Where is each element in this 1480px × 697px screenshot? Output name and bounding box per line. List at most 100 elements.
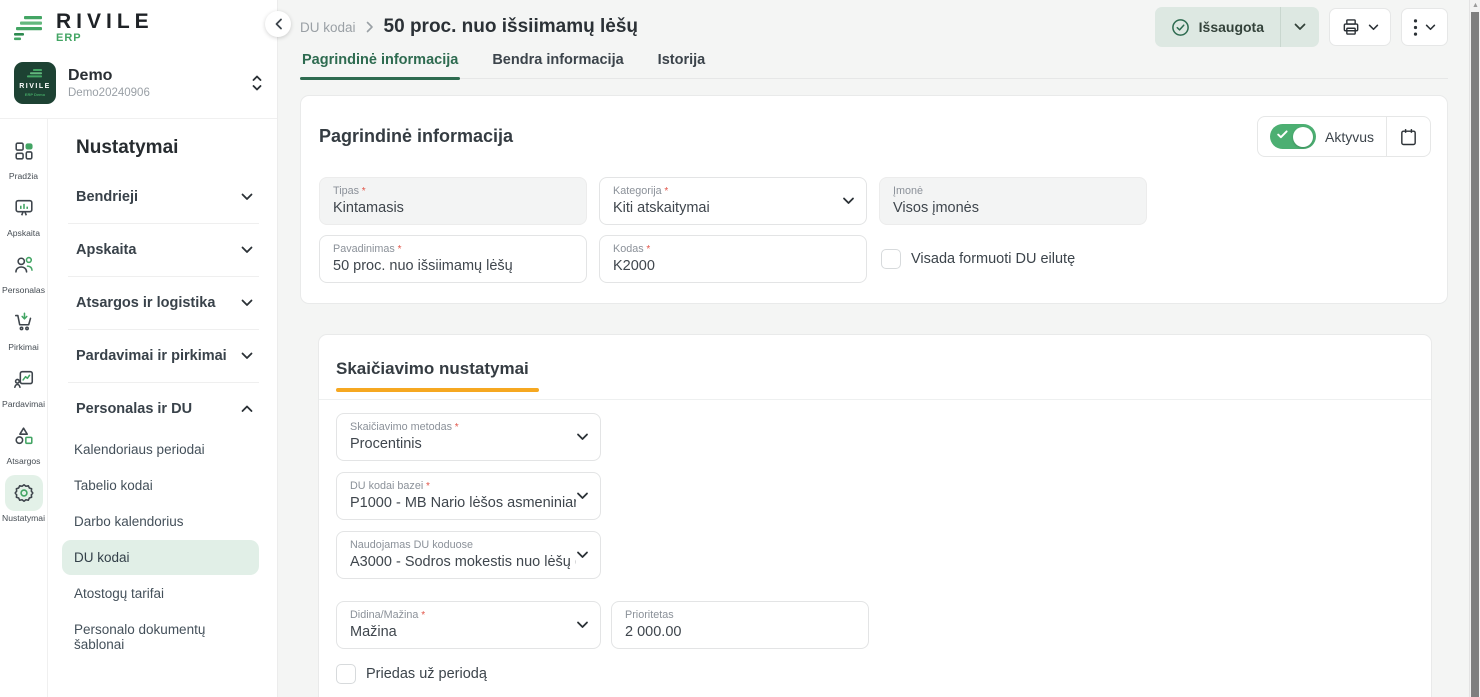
check-circle-icon — [1171, 18, 1190, 37]
field-didina-mazina-select[interactable]: Didina/Mažina Mažina — [336, 601, 601, 649]
chevron-down-icon — [576, 551, 589, 559]
chevron-down-icon — [576, 621, 589, 629]
rail-item-personalas[interactable]: Personalas — [1, 247, 47, 295]
presentation-chart-icon — [5, 190, 43, 226]
menu-group-pardavimai-ir-pirkimai[interactable]: Pardavimai ir pirkimai — [76, 334, 267, 378]
scrollbar-up-arrow-icon[interactable]: ▲ — [1472, 2, 1479, 9]
divider — [319, 399, 1431, 400]
home-dashboard-icon — [5, 133, 43, 169]
account-switch-icon[interactable] — [251, 74, 263, 92]
pagrindine-informacija-card: Pagrindinė informacija Aktyvus — [300, 95, 1448, 304]
skaiciavimo-nustatymai-card: Skaičiavimo nustatymai Skaičiavimo metod… — [318, 334, 1432, 697]
check-icon — [1277, 130, 1288, 139]
shopping-cart-icon — [5, 304, 43, 340]
rail-item-apskaita[interactable]: Apskaita — [1, 190, 47, 238]
orange-underline — [336, 388, 539, 392]
checkbox-unchecked[interactable] — [336, 664, 356, 684]
brand-logo[interactable]: RIVILE ERP — [0, 0, 277, 52]
breadcrumb: DU kodai 50 proc. nuo išsiimamų lėšų — [300, 16, 638, 38]
chevron-down-icon — [576, 433, 589, 441]
checkbox-unchecked[interactable] — [881, 249, 901, 269]
chevron-up-icon — [241, 405, 253, 413]
calendar-button[interactable] — [1387, 117, 1430, 156]
sidebar-item-darbo-kalendorius[interactable]: Darbo kalendorius — [62, 504, 259, 539]
vertical-scrollbar[interactable]: ▲ — [1469, 0, 1480, 697]
gear-icon — [5, 475, 43, 511]
chevron-down-icon — [1425, 24, 1436, 31]
menu-group-bendrieji[interactable]: Bendrieji — [76, 175, 267, 219]
tab-istorija[interactable]: Istorija — [656, 52, 708, 78]
breadcrumb-chevron-icon — [366, 21, 374, 33]
rivile-logo-icon — [12, 13, 46, 43]
print-button[interactable] — [1329, 8, 1391, 46]
sales-chart-icon — [5, 361, 43, 397]
section-title: Skaičiavimo nustatymai — [336, 359, 1413, 379]
menu-group-apskaita[interactable]: Apskaita — [76, 228, 267, 272]
tab-bendra-informacija[interactable]: Bendra informacija — [490, 52, 625, 78]
active-toggle[interactable]: Aktyvus — [1258, 124, 1386, 149]
saved-status-button[interactable]: Išsaugota — [1155, 7, 1319, 47]
menu-group-atsargos-ir-logistika[interactable]: Atsargos ir logistika — [76, 281, 267, 325]
priedas-uz-perioda-checkbox-row[interactable]: Priedas už periodą — [336, 664, 1413, 684]
field-prioritetas-input[interactable]: Prioritetas 2 000.00 — [611, 601, 869, 649]
sidebar-item-personalo-dokumentu-sablonai[interactable]: Personalo dokumentų šablonai — [62, 612, 259, 662]
sidebar: RIVILE ERP RIVILE ERP Demo Demo Demo2024… — [0, 0, 278, 697]
account-id: Demo20240906 — [68, 87, 239, 99]
card-title: Pagrindinė informacija — [319, 126, 513, 147]
field-kategorija-select[interactable]: Kategorija Kiti atskaitymai — [599, 177, 867, 225]
toggle-label: Aktyvus — [1325, 129, 1374, 145]
tab-pagrindine-informacija[interactable]: Pagrindinė informacija — [300, 52, 460, 78]
personalas-submenu: Kalendoriaus periodai Tabelio kodai Darb… — [76, 432, 267, 662]
kebab-menu-icon — [1413, 18, 1418, 37]
account-name: Demo — [68, 67, 239, 85]
chevron-down-icon — [241, 193, 253, 201]
field-pavadinimas-input[interactable]: Pavadinimas 50 proc. nuo išsiimamų lėšų — [319, 235, 587, 283]
active-toggle-group: Aktyvus — [1257, 116, 1431, 157]
save-dropdown-chevron[interactable] — [1281, 23, 1319, 31]
scrollbar-thumb[interactable] — [1471, 12, 1479, 697]
rail-item-pardavimai[interactable]: Pardavimai — [1, 361, 47, 409]
chevron-down-icon — [1368, 24, 1379, 31]
sidebar-item-du-kodai[interactable]: DU kodai — [62, 540, 259, 575]
shapes-icon — [5, 418, 43, 454]
sidebar-item-atostogu-tarifai[interactable]: Atostogų tarifai — [62, 576, 259, 611]
divider — [68, 276, 259, 277]
toggle-switch-on[interactable] — [1270, 124, 1316, 149]
chevron-down-icon — [842, 197, 855, 205]
more-actions-button[interactable] — [1401, 8, 1448, 46]
main-content: DU kodai 50 proc. nuo išsiimamų lėšų Išs… — [278, 0, 1480, 697]
visada-formuoti-checkbox-row[interactable]: Visada formuoti DU eilutę — [881, 249, 1075, 269]
field-skaiciavimo-metodas-select[interactable]: Skaičiavimo metodas Procentinis — [336, 413, 601, 461]
icon-rail: Pradžia Apskaita — [0, 119, 48, 697]
account-avatar: RIVILE ERP Demo — [14, 62, 56, 104]
divider — [68, 329, 259, 330]
printer-icon — [1341, 17, 1361, 37]
sidebar-item-tabelio-kodai[interactable]: Tabelio kodai — [62, 468, 259, 503]
people-icon — [5, 247, 43, 283]
rail-item-atsargos[interactable]: Atsargos — [1, 418, 47, 466]
brand-name: RIVILE ERP — [56, 12, 154, 44]
rail-item-pradzia[interactable]: Pradžia — [1, 133, 47, 181]
menu-group-personalas-ir-du[interactable]: Personalas ir DU — [76, 387, 267, 431]
chevron-down-icon — [241, 352, 253, 360]
sidebar-collapse-button[interactable] — [265, 11, 291, 37]
field-kodas-input[interactable]: Kodas K2000 — [599, 235, 867, 283]
page-title: 50 proc. nuo išsiimamų lėšų — [384, 16, 638, 38]
account-switcher[interactable]: RIVILE ERP Demo Demo Demo20240906 — [0, 52, 277, 119]
sidebar-item-kalendoriaus-periodai[interactable]: Kalendoriaus periodai — [62, 432, 259, 467]
field-tipas: Tipas Kintamasis — [319, 177, 587, 225]
rail-item-pirkimai[interactable]: Pirkimai — [1, 304, 47, 352]
breadcrumb-du-kodai[interactable]: DU kodai — [300, 20, 356, 35]
divider — [68, 382, 259, 383]
field-du-kodai-bazei-select[interactable]: DU kodai bazei P1000 - MB Nario lėšos as… — [336, 472, 601, 520]
detail-tabs: Pagrindinė informacija Bendra informacij… — [300, 52, 1448, 79]
divider — [68, 223, 259, 224]
chevron-down-icon — [241, 246, 253, 254]
chevron-down-icon — [241, 299, 253, 307]
chevron-down-icon — [576, 492, 589, 500]
rail-item-nustatymai[interactable]: Nustatymai — [1, 475, 47, 523]
menu-title: Nustatymai — [76, 137, 267, 159]
field-naudojamas-du-koduose-select[interactable]: Naudojamas DU koduose A3000 - Sodros mok… — [336, 531, 601, 579]
field-imone: Įmonė Visos įmonės — [879, 177, 1147, 225]
settings-menu: Nustatymai Bendrieji Apskaita Atsargos i… — [48, 119, 277, 697]
